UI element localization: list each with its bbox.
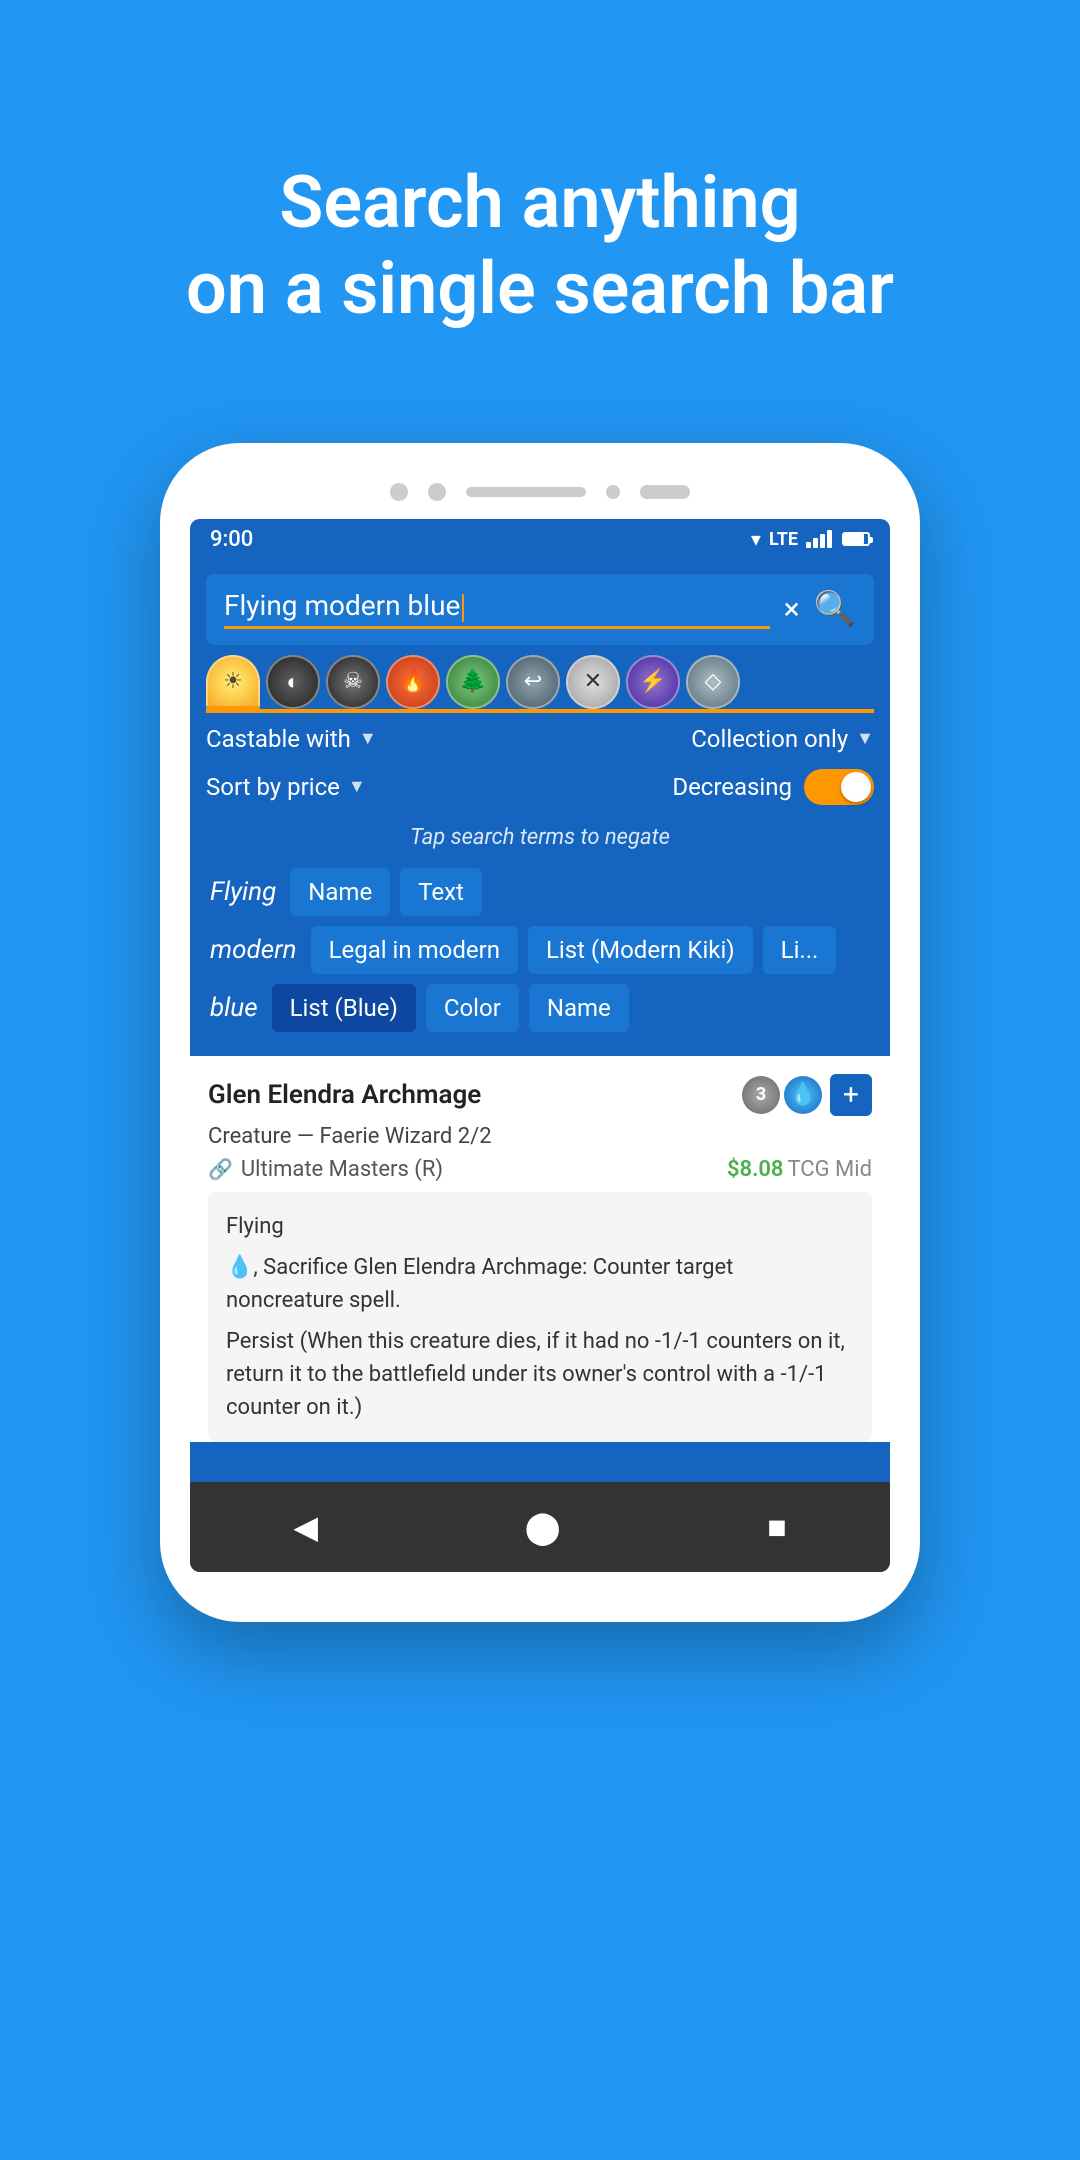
card-type: Creature — Faerie Wizard 2/2 [208,1124,872,1149]
front-camera-2 [640,485,690,499]
mana-blue-u: 💧 [784,1076,822,1114]
battery-icon [842,532,870,546]
sort-direction-toggle[interactable] [804,769,874,805]
collection-only-dropdown[interactable]: Collection only ▼ [691,725,874,753]
card-set-row: 🔗 Ultimate Masters (R) $8.08 TCG Mid [208,1157,872,1182]
mana-symbol-arrow[interactable]: ↩ [506,655,560,709]
collection-label: Collection only [691,725,848,753]
mana-symbol-fire[interactable]: 🔥 [386,655,440,709]
lte-indicator: LTE [769,529,798,550]
mana-symbol-sun[interactable]: ☀ [206,655,260,709]
mana-symbols-row: ☀ ◐ ☠ 🔥 🌲 ↩ ✕ ⚡ ◇ [190,645,890,709]
tags-row-blue: blue List (Blue) Color Name [206,984,874,1032]
phone-screen: 9:00 ▾ LTE Flying modern blue [190,519,890,1572]
decreasing-toggle-container: Decreasing [672,769,874,805]
search-input[interactable]: Flying modern blue [224,589,770,629]
sort-arrow-icon: ▼ [348,776,366,797]
cursor [462,594,464,622]
mana-symbol-x[interactable]: ✕ [566,655,620,709]
bar4 [827,530,832,548]
sort-direction-label: Decreasing [672,773,792,801]
card-oracle-text: Flying 💧, Sacrifice Glen Elendra Archmag… [208,1192,872,1442]
tag-list-modern-kiki[interactable]: List (Modern Kiki) [528,926,753,974]
sort-label: Sort by price [206,773,340,801]
keyword-flying: Flying [206,869,280,915]
tag-list-blue[interactable]: List (Blue) [272,984,416,1032]
mana-symbol-moon[interactable]: ◐ [266,655,320,709]
add-to-collection-button[interactable]: + [830,1074,872,1116]
filter-row-2: Sort by price ▼ Decreasing [190,765,890,815]
oracle-line-2: 💧, Sacrifice Glen Elendra Archmage: Coun… [226,1251,854,1317]
headline-container: Search anything on a single search bar [66,80,1014,393]
status-bar: 9:00 ▾ LTE [190,519,890,560]
mana-symbol-skull[interactable]: ☠ [326,655,380,709]
castable-label: Castable with [206,725,351,753]
collection-arrow-icon: ▼ [856,728,874,749]
castable-with-dropdown[interactable]: Castable with ▼ [206,725,377,753]
back-button[interactable]: ◀ [273,1500,338,1554]
sort-by-price-dropdown[interactable]: Sort by price ▼ [206,773,366,801]
set-name: Ultimate Masters (R) [241,1157,443,1182]
toggle-knob [841,772,871,802]
mana-symbol-bolt[interactable]: ⚡ [626,655,680,709]
set-info: 🔗 Ultimate Masters (R) [208,1157,443,1182]
price-info: $8.08 TCG Mid [727,1157,872,1182]
mana-symbol-diamond[interactable]: ◇ [686,655,740,709]
mana-generic-3: 3 [742,1076,780,1114]
card-result-archmage: Glen Elendra Archmage 3 💧 + Creature — F… [190,1056,890,1442]
partial-next-card [190,1442,890,1482]
headline-line2: on a single search bar [186,246,894,331]
tags-row-modern: modern Legal in modern List (Modern Kiki… [206,926,874,974]
hint-text: Tap search terms to negate [190,815,890,860]
headline-text: Search anything on a single search bar [126,160,954,333]
card-mana-cost: 3 💧 [742,1076,822,1114]
price-value: $8.08 [727,1157,784,1182]
earpiece [466,487,586,497]
home-button[interactable]: ⬤ [505,1500,581,1554]
search-bar[interactable]: Flying modern blue × 🔍 [206,574,874,645]
battery-level [844,534,864,544]
search-query-text: Flying modern blue [224,589,460,622]
tag-name-blue[interactable]: Name [529,984,629,1032]
results-area: Glen Elendra Archmage 3 💧 + Creature — F… [190,1056,890,1482]
tag-legal-in-modern[interactable]: Legal in modern [311,926,518,974]
card-header: Glen Elendra Archmage 3 💧 + [208,1074,872,1116]
tag-name[interactable]: Name [290,868,390,916]
wifi-icon: ▾ [751,527,761,551]
status-time: 9:00 [210,527,253,552]
card-name: Glen Elendra Archmage [208,1080,481,1110]
phone-frame: 9:00 ▾ LTE Flying modern blue [160,443,920,1622]
tag-text[interactable]: Text [400,868,482,916]
castable-arrow-icon: ▼ [359,728,377,749]
tag-more[interactable]: Li... [763,926,837,974]
proximity-sensor [428,483,446,501]
keyword-modern: modern [206,927,301,973]
tags-section: Flying Name Text modern Legal in modern … [190,860,890,1056]
status-right: ▾ LTE [751,527,870,551]
search-button[interactable]: 🔍 [814,589,856,629]
signal-bars [806,530,832,548]
bottom-navigation: ◀ ⬤ ■ [190,1482,890,1572]
tag-color[interactable]: Color [426,984,519,1032]
keyword-blue: blue [206,985,262,1031]
filter-row-1: Castable with ▼ Collection only ▼ [190,713,890,765]
headline-line1: Search anything [279,160,800,245]
light-sensor [606,485,620,499]
set-icon: 🔗 [208,1157,233,1181]
recents-button[interactable]: ■ [747,1500,806,1554]
oracle-line-3: Persist (When this creature dies, if it … [226,1325,854,1424]
tags-row-flying: Flying Name Text [206,868,874,916]
bar2 [813,538,818,548]
search-bar-container: Flying modern blue × 🔍 [190,560,890,645]
bar1 [806,542,811,548]
mana-symbol-tree[interactable]: 🌲 [446,655,500,709]
oracle-line-1: Flying [226,1210,854,1243]
front-camera [390,483,408,501]
price-type: TCG Mid [787,1157,872,1182]
card-header-right: 3 💧 + [742,1074,872,1116]
phone-top-decoration [190,483,890,501]
clear-button[interactable]: × [780,588,804,631]
bar3 [820,534,825,548]
